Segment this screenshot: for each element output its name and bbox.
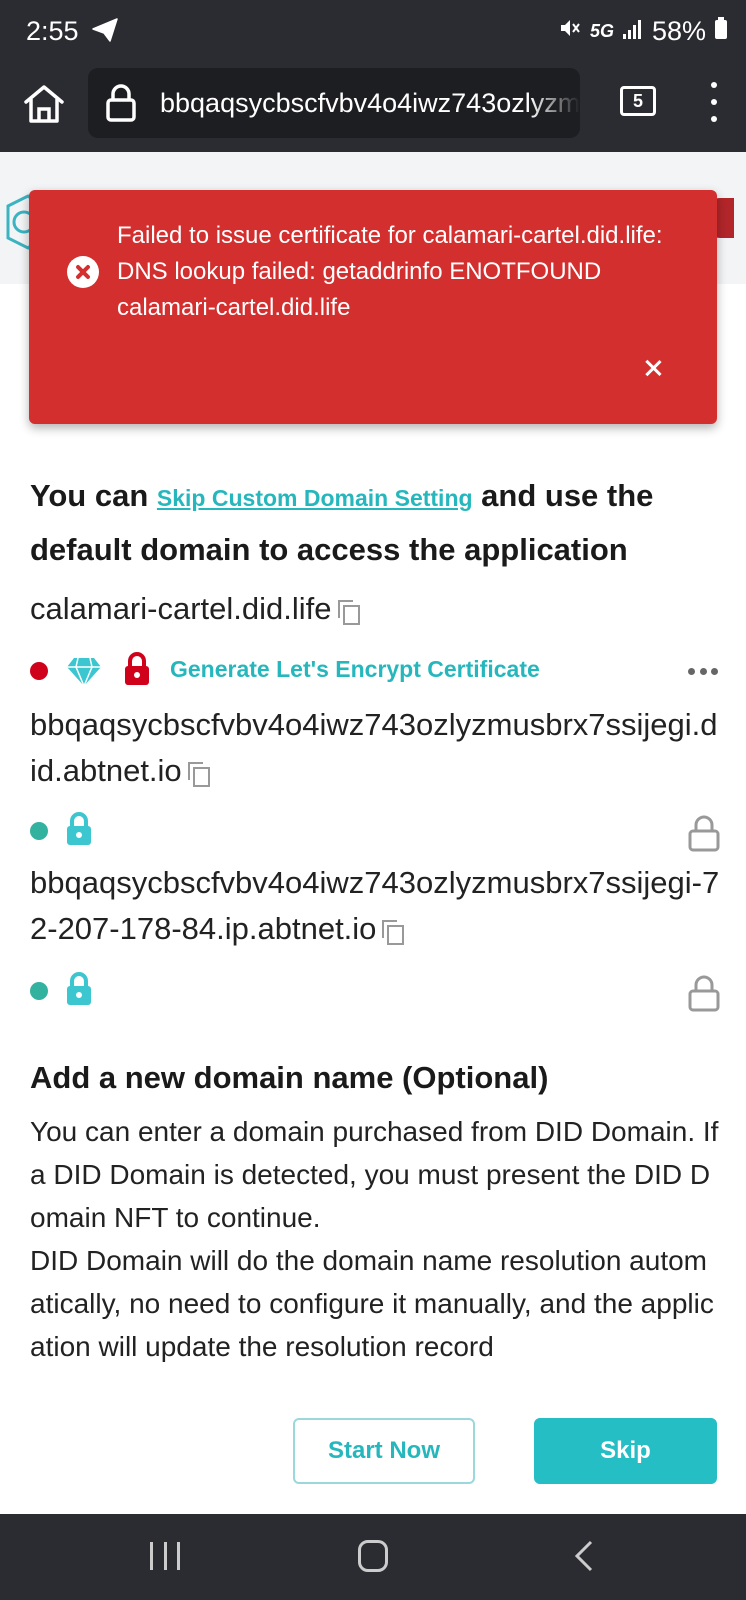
error-toast: Failed to issue certificate for calamari… <box>29 190 717 424</box>
close-icon[interactable] <box>635 350 671 386</box>
recents-icon[interactable] <box>150 1542 180 1570</box>
home-nav-icon[interactable] <box>358 1540 388 1572</box>
domain-item: bbqaqsycbscfvbv4o4iwz743ozlyzmusbrx7ssij… <box>30 702 720 794</box>
domain-item: calamari-cartel.did.life <box>30 586 720 632</box>
lock-icon-green <box>66 972 92 1011</box>
description-paragraph: DID Domain will do the domain name resol… <box>30 1245 714 1362</box>
skip-custom-domain-link[interactable]: Skip Custom Domain Setting <box>157 485 473 511</box>
domain-name: calamari-cartel.did.life <box>30 591 332 626</box>
generate-certificate-button[interactable]: Generate Let's Encrypt Certificate <box>170 656 540 683</box>
start-now-button[interactable]: Start Now <box>293 1418 475 1484</box>
copy-icon[interactable] <box>337 599 360 625</box>
domain-name: bbqaqsycbscfvbv4o4iwz743ozlyzmusbrx7ssij… <box>30 707 718 788</box>
lock-icon <box>106 84 136 127</box>
browser-toolbar: bbqaqsycbscfvbv4o4iwz743ozlyzmusbrx7ssij… <box>0 64 746 152</box>
status-indicators: 5G 58% <box>558 16 728 47</box>
signal-icon <box>622 16 644 47</box>
domain-status-row: Generate Let's Encrypt Certificate <box>30 652 720 692</box>
home-icon[interactable] <box>22 82 66 126</box>
intro-text: You can Skip Custom Domain Setting and u… <box>30 470 720 576</box>
domain-status-row <box>30 972 720 1012</box>
skip-button[interactable]: Skip <box>534 1418 717 1484</box>
lock-icon-red[interactable] <box>124 652 150 691</box>
status-time: 2:55 <box>26 16 79 46</box>
back-icon[interactable] <box>574 1540 594 1572</box>
address-bar[interactable]: bbqaqsycbscfvbv4o4iwz743ozlyzmusbrx7ssij… <box>88 68 580 138</box>
mute-icon <box>558 16 582 47</box>
description-paragraph: You can enter a domain purchased from DI… <box>30 1116 719 1233</box>
intro-prefix: You can <box>30 478 157 513</box>
more-options-icon[interactable] <box>706 82 722 122</box>
copy-icon[interactable] <box>382 919 405 945</box>
domain-name: bbqaqsycbscfvbv4o4iwz743ozlyzmusbrx7ssij… <box>30 865 720 946</box>
battery-percent: 58% <box>651 16 706 46</box>
url-text: bbqaqsycbscfvbv4o4iwz743ozlyzmusbrx7ssij… <box>160 88 580 118</box>
toast-message: Failed to issue certificate for calamari… <box>117 222 663 321</box>
battery-icon <box>714 16 728 47</box>
more-icon[interactable] <box>688 668 718 676</box>
copy-icon[interactable] <box>187 761 210 787</box>
system-nav-bar <box>0 1514 746 1600</box>
telegram-send-icon <box>92 18 118 47</box>
section-title: Add a new domain name (Optional) <box>30 1060 549 1095</box>
status-dot-green <box>30 982 48 1000</box>
status-dot-red <box>30 662 48 680</box>
lock-outline-icon[interactable] <box>688 814 720 857</box>
status-dot-green <box>30 822 48 840</box>
network-type: 5G <box>589 21 614 41</box>
lock-icon-green <box>66 812 92 851</box>
description: You can enter a domain purchased from DI… <box>30 1110 720 1372</box>
diamond-icon <box>66 656 102 693</box>
status-bar: 2:55 5G 58% <box>0 0 746 64</box>
lock-outline-icon[interactable] <box>688 974 720 1017</box>
domain-item: bbqaqsycbscfvbv4o4iwz743ozlyzmusbrx7ssij… <box>30 860 720 952</box>
tab-switcher-button[interactable]: 5 <box>620 86 656 116</box>
domain-status-row <box>30 812 720 852</box>
error-icon <box>67 256 99 288</box>
